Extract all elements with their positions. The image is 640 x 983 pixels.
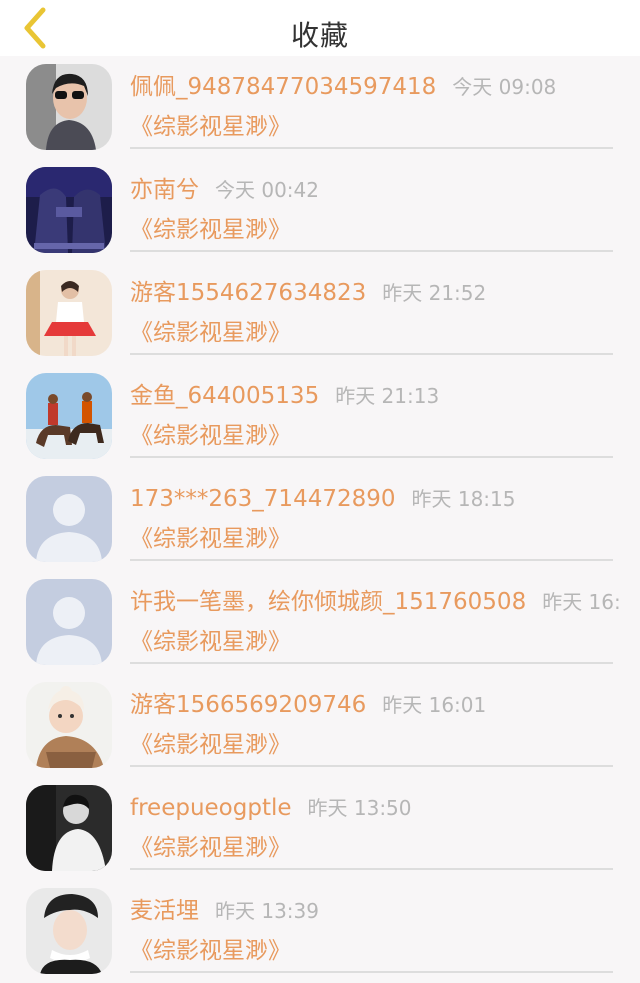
divider [130, 971, 613, 973]
avatar[interactable] [26, 476, 112, 562]
avatar[interactable] [26, 167, 112, 253]
photo-woman-hat-avatar [26, 888, 112, 974]
item-title-line: 金鱼_644005135 昨天 21:13 [130, 380, 439, 412]
item-time: 昨天 13:50 [307, 796, 412, 820]
list-item[interactable]: 佩佩_9487847703459741​8 今天 09:08 《综影视星渺》 [0, 56, 640, 159]
book-title: 《综影视星渺》 [130, 114, 291, 140]
user-name: 金鱼_644005135 [130, 383, 320, 409]
book-title: 《综影视星渺》 [130, 732, 291, 758]
book-title: 《综影视星渺》 [130, 526, 291, 552]
avatar[interactable] [26, 373, 112, 459]
photo-girl-red-skirt-avatar [26, 270, 112, 356]
item-title-line: 麦活埋 昨天 13:39 [130, 895, 319, 927]
user-name: 麦活埋 [130, 898, 199, 924]
list-item[interactable]: 游客1566569209746 昨天 16:01 《综影视星渺》 [0, 674, 640, 777]
list-item[interactable]: 麦活埋 昨天 13:39 《综影视星渺》 [0, 880, 640, 983]
item-time: 昨天 21:13 [335, 384, 440, 408]
list-item[interactable]: 亦南兮 今天 00:42 《综影视星渺》 [0, 159, 640, 262]
photo-woman-sunglasses-avatar [26, 64, 112, 150]
item-time: 今天 09:08 [452, 75, 557, 99]
photo-bw-man-avatar [26, 785, 112, 871]
user-name: freepueogptle [130, 795, 292, 821]
avatar[interactable] [26, 579, 112, 665]
user-name: 游客1566569209746 [130, 692, 367, 718]
avatar[interactable] [26, 270, 112, 356]
avatar[interactable] [26, 888, 112, 974]
divider [130, 559, 613, 561]
item-time: 今天 00:42 [215, 178, 319, 202]
default-user-avatar [26, 579, 112, 665]
user-name: 亦南兮 [130, 177, 199, 203]
item-time: 昨天 16:01 [382, 693, 487, 717]
item-time: 昨天 16: [542, 590, 621, 614]
top-bar: 收藏 [0, 0, 640, 56]
item-title-line: 游客1554627634823 昨天 21:52 [130, 277, 486, 309]
user-name: 173***263_714472890 [130, 486, 396, 512]
list-item[interactable]: 173***263_714472890 昨天 18:15 《综影视星渺》 [0, 468, 640, 571]
avatar[interactable] [26, 785, 112, 871]
page-title: 收藏 [290, 19, 349, 52]
divider [130, 456, 613, 458]
item-title-line: 游客1566569209746 昨天 16:01 [130, 689, 486, 721]
photo-baby-avatar [26, 682, 112, 768]
avatar[interactable] [26, 64, 112, 150]
avatar[interactable] [26, 682, 112, 768]
divider [130, 662, 613, 664]
user-name: 许我一笔墨，绘你倾城颜_151760508 [130, 589, 527, 615]
divider [130, 765, 613, 767]
favorites-list: 佩佩_9487847703459741​8 今天 09:08 《综影视星渺》 亦南… [0, 56, 640, 983]
divider [130, 147, 613, 149]
book-title: 《综影视星渺》 [130, 938, 291, 964]
item-title-line: freepueogptle 昨天 13:50 [130, 792, 412, 824]
item-title-line: 许我一笔墨，绘你倾城颜_151760508 昨天 16: [130, 586, 621, 618]
list-item[interactable]: 许我一笔墨，绘你倾城颜_151760508 昨天 16: 《综影视星渺》 [0, 571, 640, 674]
item-time: 昨天 18:15 [411, 487, 516, 511]
book-title: 《综影视星渺》 [130, 629, 291, 655]
item-title-line: 佩佩_9487847703459741​8 今天 09:08 [130, 71, 556, 103]
item-title-line: 亦南兮 今天 00:42 [130, 174, 319, 206]
user-name: 佩佩_9487847703459741​8 [130, 74, 437, 100]
item-title-line: 173***263_714472890 昨天 18:15 [130, 483, 516, 515]
user-name: 游客1554627634823 [130, 280, 367, 306]
photo-horse-riders-avatar [26, 373, 112, 459]
item-time: 昨天 21:52 [382, 281, 487, 305]
list-item[interactable]: 游客1554627634823 昨天 21:52 《综影视星渺》 [0, 262, 640, 365]
list-item[interactable]: freepueogptle 昨天 13:50 《综影视星渺》 [0, 777, 640, 880]
divider [130, 353, 613, 355]
book-title: 《综影视星渺》 [130, 423, 291, 449]
divider [130, 868, 613, 870]
divider [130, 250, 613, 252]
photo-dark-outfit-avatar [26, 167, 112, 253]
book-title: 《综影视星渺》 [130, 320, 291, 346]
item-time: 昨天 13:39 [215, 899, 319, 923]
list-item[interactable]: 金鱼_644005135 昨天 21:13 《综影视星渺》 [0, 365, 640, 468]
default-user-avatar [26, 476, 112, 562]
book-title: 《综影视星渺》 [130, 217, 291, 243]
book-title: 《综影视星渺》 [130, 835, 291, 861]
